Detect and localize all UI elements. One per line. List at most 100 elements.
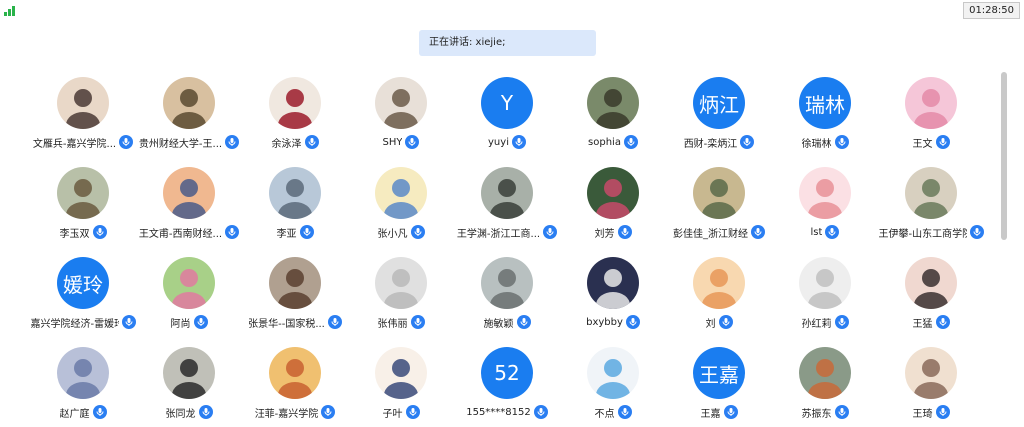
microphone-icon[interactable] xyxy=(121,315,136,329)
microphone-icon[interactable] xyxy=(625,315,640,329)
participant-label: 刘芳 xyxy=(560,223,666,241)
participant-name: sophia xyxy=(588,136,621,148)
participant-name: 徐瑞林 xyxy=(801,138,832,150)
participant-tile[interactable]: 汪菲-嘉兴学院 xyxy=(242,347,348,427)
participant-tile[interactable]: 贵州财经大学-王... xyxy=(136,77,242,157)
microphone-icon[interactable] xyxy=(410,225,425,239)
participant-label: 余泳泽 xyxy=(242,133,348,151)
microphone-icon[interactable] xyxy=(834,405,849,419)
microphone-icon[interactable] xyxy=(516,315,531,329)
microphone-icon[interactable] xyxy=(740,135,755,149)
participant-tile[interactable]: 文雁兵-嘉兴学院... xyxy=(30,77,136,157)
participant-avatar: 52 xyxy=(481,347,533,399)
participant-tile[interactable]: 刘 xyxy=(666,257,772,337)
participant-avatar xyxy=(905,167,957,219)
scrollbar[interactable] xyxy=(1001,72,1007,240)
participant-tile[interactable]: 王伊攀-山东工商学院 xyxy=(878,167,984,247)
microphone-icon[interactable] xyxy=(935,405,950,419)
microphone-icon[interactable] xyxy=(92,225,107,239)
participant-tile[interactable]: sophia xyxy=(560,77,666,157)
participant-tile[interactable]: 孙红莉 xyxy=(772,257,878,337)
microphone-icon[interactable] xyxy=(969,225,984,239)
participant-tile[interactable]: 张小凡 xyxy=(348,167,454,247)
participant-avatar xyxy=(269,77,321,129)
participant-tile[interactable]: 媛玲 嘉兴学院经济-雷媛玲 xyxy=(30,257,136,337)
microphone-icon[interactable] xyxy=(617,405,632,419)
network-signal-icon[interactable] xyxy=(4,4,18,16)
microphone-icon[interactable] xyxy=(718,315,733,329)
microphone-icon[interactable] xyxy=(321,405,336,419)
participant-label: 李亚 xyxy=(242,223,348,241)
participant-tile[interactable]: lst xyxy=(772,167,878,247)
participant-name: 嘉兴学院经济-雷媛玲 xyxy=(30,318,119,330)
participant-tile[interactable]: 赵广庭 xyxy=(30,347,136,427)
microphone-icon[interactable] xyxy=(723,405,738,419)
participant-tile[interactable]: 李玉双 xyxy=(30,167,136,247)
participant-label: bxybby xyxy=(560,313,666,331)
microphone-icon[interactable] xyxy=(935,315,950,329)
participant-tile[interactable]: 王猛 xyxy=(878,257,984,337)
participant-tile[interactable]: 52 155****8152 xyxy=(454,347,560,427)
participant-name: 王文甫-西南财经... xyxy=(138,228,223,240)
participant-tile[interactable]: 王文 xyxy=(878,77,984,157)
participant-label: 王嘉 xyxy=(666,403,772,421)
meeting-timer: 01:28:50 xyxy=(963,2,1020,19)
microphone-icon[interactable] xyxy=(543,225,558,239)
microphone-icon[interactable] xyxy=(751,225,765,239)
microphone-icon[interactable] xyxy=(225,225,240,239)
microphone-icon[interactable] xyxy=(617,225,632,239)
microphone-icon[interactable] xyxy=(405,405,420,419)
participant-tile[interactable]: 王学渊-浙江工商... xyxy=(454,167,560,247)
participant-tile[interactable]: 炳江 西财-栾炳江 xyxy=(666,77,772,157)
participant-tile[interactable]: 王琦 xyxy=(878,347,984,427)
participant-tile[interactable]: 苏振东 xyxy=(772,347,878,427)
microphone-icon[interactable] xyxy=(935,135,950,149)
participant-tile[interactable]: 王文甫-西南财经... xyxy=(136,167,242,247)
microphone-icon[interactable] xyxy=(825,225,840,239)
microphone-icon[interactable] xyxy=(834,135,849,149)
microphone-icon[interactable] xyxy=(92,405,107,419)
microphone-icon[interactable] xyxy=(327,315,342,329)
participant-tile[interactable]: 余泳泽 xyxy=(242,77,348,157)
participant-label: 不点 xyxy=(560,403,666,421)
participant-tile[interactable]: 刘芳 xyxy=(560,167,666,247)
microphone-icon[interactable] xyxy=(533,405,548,419)
participant-name: 阿尚 xyxy=(170,318,191,330)
microphone-icon[interactable] xyxy=(299,225,314,239)
microphone-icon[interactable] xyxy=(511,135,526,149)
microphone-icon[interactable] xyxy=(834,315,849,329)
participant-tile[interactable]: SHY xyxy=(348,77,454,157)
participant-tile[interactable]: 张同龙 xyxy=(136,347,242,427)
microphone-icon[interactable] xyxy=(119,135,134,149)
microphone-icon[interactable] xyxy=(623,135,638,149)
participant-tile[interactable]: 瑞林 徐瑞林 xyxy=(772,77,878,157)
participant-name: 张小凡 xyxy=(377,228,408,240)
top-bar: 01:28:50 xyxy=(0,0,1024,20)
microphone-icon[interactable] xyxy=(225,135,240,149)
participant-tile[interactable]: 李亚 xyxy=(242,167,348,247)
participant-tile[interactable]: bxybby xyxy=(560,257,666,337)
participant-avatar xyxy=(57,167,109,219)
participant-tile[interactable]: 张景华--国家税... xyxy=(242,257,348,337)
participant-tile[interactable]: Yyuyi xyxy=(454,77,560,157)
participant-label: 张小凡 xyxy=(348,223,454,241)
microphone-icon[interactable] xyxy=(405,135,420,149)
participant-avatar xyxy=(799,257,851,309)
participant-tile[interactable]: 彭佳佳_浙江财经 xyxy=(666,167,772,247)
participant-tile[interactable]: 不点 xyxy=(560,347,666,427)
microphone-icon[interactable] xyxy=(304,135,319,149)
participant-tile[interactable]: 施敏颖 xyxy=(454,257,560,337)
participant-avatar xyxy=(799,347,851,399)
participant-name: 余泳泽 xyxy=(271,138,302,150)
participant-name: 李亚 xyxy=(276,228,297,240)
participant-tile[interactable]: 阿尚 xyxy=(136,257,242,337)
participant-tile[interactable]: 张伟丽 xyxy=(348,257,454,337)
participant-tile[interactable]: 子叶 xyxy=(348,347,454,427)
participant-tile[interactable]: 王嘉 王嘉 xyxy=(666,347,772,427)
participant-label: 西财-栾炳江 xyxy=(666,133,772,151)
participant-name: 彭佳佳_浙江财经 xyxy=(673,228,748,240)
participant-avatar xyxy=(375,347,427,399)
microphone-icon[interactable] xyxy=(193,315,208,329)
microphone-icon[interactable] xyxy=(410,315,425,329)
microphone-icon[interactable] xyxy=(198,405,213,419)
